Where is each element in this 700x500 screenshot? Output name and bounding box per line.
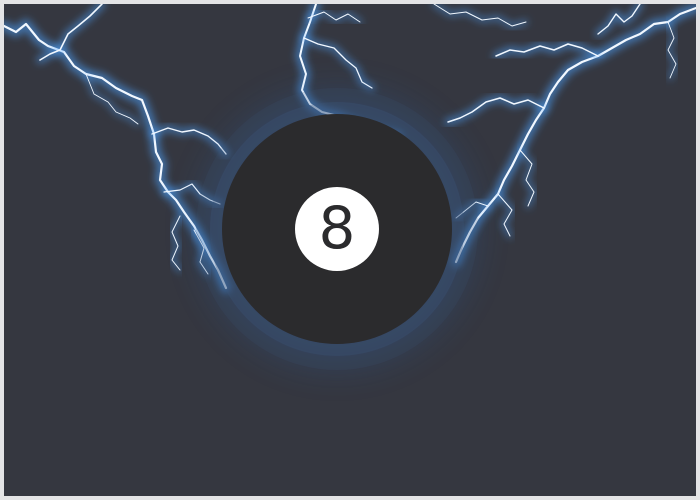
ball-number: 8 <box>318 194 356 262</box>
game-stage: 8 <box>4 4 696 496</box>
number-disc: 8 <box>295 187 379 271</box>
magic-8-ball[interactable]: 8 <box>222 114 452 344</box>
app-frame: 8 <box>4 4 696 496</box>
